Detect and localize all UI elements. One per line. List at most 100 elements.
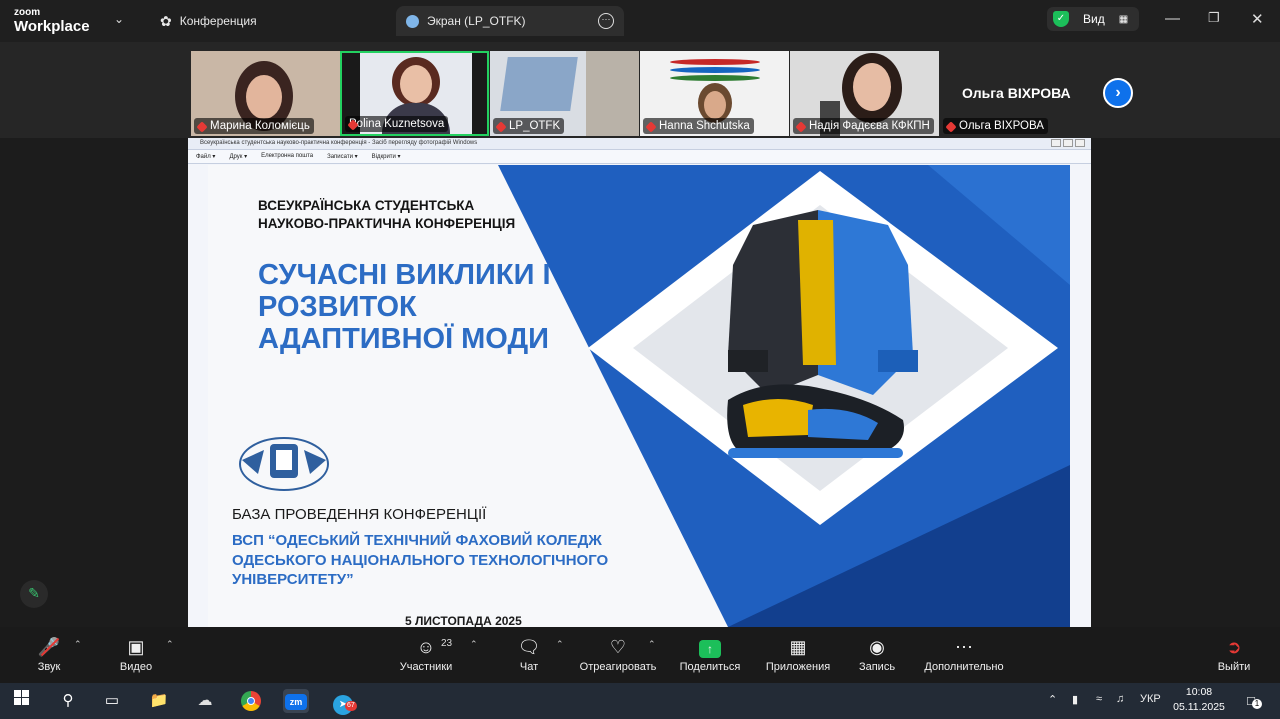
- apps-label: Приложения: [765, 661, 831, 673]
- window-controls: [1051, 139, 1085, 147]
- view-label: Вид: [1083, 12, 1105, 26]
- record-button[interactable]: ◉ Запись: [855, 636, 899, 673]
- tab-conference[interactable]: ✿ Конференция: [150, 6, 267, 36]
- header-line: НАУКОВО-ПРАКТИЧНА КОНФЕРЕНЦІЯ: [258, 216, 516, 232]
- share-label: Поделиться: [679, 661, 741, 673]
- chat-icon: 🗨: [517, 637, 541, 657]
- annotate-pencil-icon[interactable]: ✎: [20, 580, 48, 608]
- participant-name: Надія Фадєєва КФКПН: [793, 118, 934, 134]
- chevron-up-icon[interactable]: ⌃: [1048, 693, 1057, 706]
- zoom-icon[interactable]: zm: [283, 689, 309, 713]
- participants-caret-icon[interactable]: ⌃: [470, 639, 478, 650]
- minimize-icon[interactable]: —: [1165, 10, 1180, 27]
- slide-image: ВСЕУКРАЇНСЬКА СТУДЕНТСЬКА НАУКОВО-ПРАКТИ…: [208, 165, 1070, 627]
- windows-taskbar: ⚲ ▭ 📁 ☁ zm ➤ 67 ⌃ ▮ ≈ ♫ УКР 10:08 05.11.2…: [0, 683, 1280, 719]
- video-button[interactable]: ▣ Видео: [114, 636, 158, 673]
- audio-button[interactable]: 🎤 Звук: [30, 636, 68, 673]
- brand-top: zoom: [14, 7, 41, 18]
- leave-button[interactable]: ➲ Выйти: [1214, 636, 1254, 673]
- close-icon[interactable]: ✕: [1251, 10, 1264, 28]
- share-button[interactable]: ↑ Поделиться: [676, 636, 744, 673]
- college-line: УНІВЕРСИТЕТУ”: [232, 571, 354, 588]
- menu-print[interactable]: Друк ▾: [229, 153, 247, 163]
- brand-main: Workplace: [14, 18, 90, 35]
- shield-check-icon: ✓: [1053, 11, 1069, 27]
- audio-options-caret-icon[interactable]: ⌃: [74, 639, 82, 650]
- photo-viewer-titlebar: Всеукраїнська студентська науково-практи…: [188, 138, 1091, 150]
- chat-button[interactable]: 🗨 Чат: [512, 636, 546, 673]
- participant-tile[interactable]: Надія Фадєєва КФКПН: [790, 51, 939, 136]
- chat-label: Чат: [519, 661, 539, 673]
- college-name: ВСП “ОДЕСЬКИЙ ТЕХНІЧНИЙ ФАХОВИЙ КОЛЕДЖ О…: [232, 531, 608, 590]
- react-label: Отреагировать: [579, 661, 657, 673]
- view-button[interactable]: ✓ Вид ▦: [1047, 7, 1139, 31]
- paw-icon: ✿: [160, 12, 172, 29]
- record-icon: ◉: [869, 637, 885, 657]
- participant-name: Polina Kuznetsova: [345, 116, 449, 132]
- chevron-down-icon[interactable]: ⌄: [114, 12, 124, 26]
- header-line: ВСЕУКРАЇНСЬКА СТУДЕНТСЬКА: [258, 198, 475, 213]
- participant-name: Марина Коломієць: [194, 118, 314, 134]
- conference-base-label: БАЗА ПРОВЕДЕННЯ КОНФЕРЕНЦІЇ: [232, 506, 487, 523]
- participant-name: LP_OTFK: [493, 118, 565, 134]
- notification-count: 1: [1252, 699, 1262, 709]
- video-camera-icon: ▣: [127, 637, 145, 657]
- telegram-icon[interactable]: ➤ 67: [330, 689, 357, 715]
- react-caret-icon[interactable]: ⌃: [648, 639, 656, 650]
- clock-time: 10:08: [1185, 686, 1213, 698]
- audio-label: Звук: [37, 661, 61, 673]
- college-crest-icon: [239, 437, 329, 491]
- participant-name: Hanna Shchutska: [643, 118, 754, 134]
- tab-screen-share[interactable]: Экран (LP_OTFK) ···: [396, 6, 624, 36]
- more-options-icon[interactable]: ···: [598, 13, 614, 29]
- zoom-logo: zoom Workplace: [14, 7, 90, 35]
- menu-email[interactable]: Електронна пошта: [261, 153, 313, 163]
- more-label: Дополнительно: [924, 661, 1004, 673]
- task-view-icon[interactable]: ▭: [99, 689, 125, 713]
- video-options-caret-icon[interactable]: ⌃: [166, 639, 174, 650]
- menu-burn[interactable]: Записати ▾: [327, 153, 358, 163]
- windows-start-icon[interactable]: [8, 689, 34, 713]
- slide-title: СУЧАСНІ ВИКЛИКИ І РОЗВИТОК АДАПТИВНОЇ МО…: [258, 259, 551, 356]
- clock-date: 05.11.2025: [1173, 701, 1225, 713]
- participant-tile[interactable]: LP_OTFK: [490, 51, 639, 136]
- next-page-icon[interactable]: ›: [1103, 78, 1133, 108]
- telegram-badge: 67: [345, 701, 357, 711]
- participant-large-name: Ольга ВІХРОВА: [962, 85, 1071, 101]
- notification-icon[interactable]: □ 1: [1238, 689, 1264, 713]
- chrome-icon[interactable]: [238, 689, 264, 713]
- slide-header: ВСЕУКРАЇНСЬКА СТУДЕНТСЬКА НАУКОВО-ПРАКТИ…: [258, 197, 515, 233]
- screen-share-icon: [406, 14, 419, 28]
- college-line: ВСП “ОДЕСЬКИЙ ТЕХНІЧНИЙ ФАХОВИЙ КОЛЕДЖ: [232, 532, 602, 549]
- participant-tile-active[interactable]: Polina Kuznetsova: [340, 51, 489, 136]
- clock[interactable]: 10:08 05.11.2025: [1172, 685, 1226, 715]
- video-label: Видео: [119, 661, 153, 673]
- chat-caret-icon[interactable]: ⌃: [556, 639, 564, 650]
- menu-open[interactable]: Відкрити ▾: [372, 153, 401, 163]
- language-indicator[interactable]: УКР: [1140, 693, 1161, 705]
- title-bar: zoom Workplace ⌄ ✿ Конференция Экран (LP…: [0, 0, 1280, 42]
- participants-label: Участники: [399, 661, 453, 673]
- restore-icon[interactable]: ❐: [1208, 10, 1220, 26]
- wifi-icon[interactable]: ≈: [1096, 693, 1102, 705]
- volume-icon[interactable]: ♫: [1116, 693, 1124, 705]
- title-line: АДАПТИВНОЇ МОДИ: [258, 322, 549, 355]
- apps-button[interactable]: ▦ Приложения: [762, 636, 834, 673]
- window-title: Всеукраїнська студентська науково-практи…: [200, 140, 478, 146]
- leave-icon: ➲: [1226, 637, 1242, 657]
- more-dots-icon: ⋯: [955, 637, 973, 657]
- participant-name: Ольга ВІХРОВА: [943, 118, 1048, 134]
- participant-tile[interactable]: Hanna Shchutska: [640, 51, 789, 136]
- tab-label: Экран (LP_OTFK): [427, 14, 526, 28]
- more-button[interactable]: ⋯ Дополнительно: [920, 636, 1008, 673]
- menu-file[interactable]: Файл ▾: [196, 153, 215, 163]
- participant-tile[interactable]: Марина Коломієць: [191, 51, 340, 136]
- search-icon[interactable]: ⚲: [55, 689, 81, 713]
- meeting-toolbar: 🎤 Звук ⌃ ▣ Видео ⌃ ☺ Участники 23 ⌃ 🗨 Ча…: [0, 627, 1280, 683]
- file-explorer-icon[interactable]: 📁: [146, 689, 172, 713]
- record-label: Запись: [858, 661, 896, 673]
- college-line: ОДЕСЬКОГО НАЦІОНАЛЬНОГО ТЕХНОЛОГІЧНОГО: [232, 551, 609, 569]
- app-icon[interactable]: ☁: [192, 689, 218, 713]
- conference-date: 5 ЛИСТОПАДА 2025: [405, 614, 522, 627]
- tab-label: Конференция: [179, 14, 257, 28]
